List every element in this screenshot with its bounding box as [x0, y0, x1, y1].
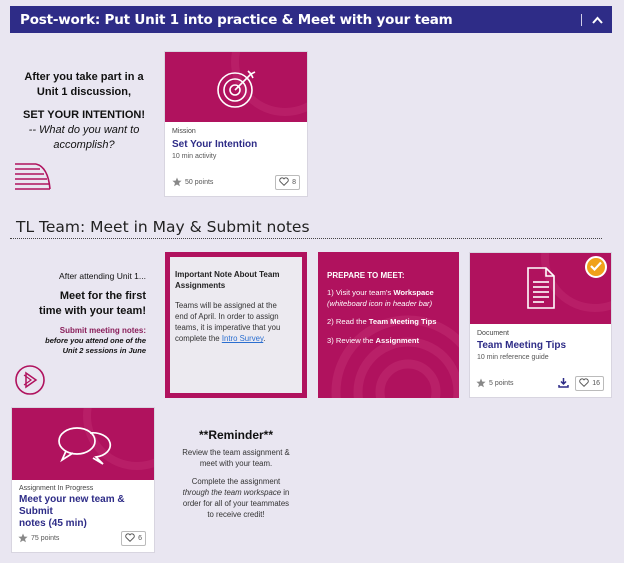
prepare-step1: 1) Visit your team's Workspace [327, 288, 457, 299]
step1-bold: Workspace [393, 288, 434, 298]
important-note-card: Important Note About Team Assignments Te… [165, 252, 307, 398]
reminder-p1a: Review the team assignment & [182, 448, 290, 457]
card-meta: 10 min reference guide [477, 354, 549, 361]
card-type: Document [477, 330, 509, 337]
step2-bold: Team Meeting Tips [368, 317, 437, 327]
prepare-card: PREPARE TO MEET: 1) Visit your team's Wo… [318, 252, 459, 398]
note-title-line2: Assignments [175, 280, 226, 290]
intro1-line3: SET YOUR INTENTION! [22, 109, 146, 121]
card-footer: 5 points 16 [476, 376, 604, 391]
note-body-4-end: . [263, 334, 266, 344]
prepare-heading: PREPARE TO MEET: [327, 271, 405, 280]
intro2-line5: before you attend one of the [45, 336, 146, 345]
like-button[interactable]: 6 [121, 531, 146, 546]
star-icon [476, 378, 486, 390]
intro1-line1: After you take part in a [24, 71, 144, 83]
intro1-line2: Unit 1 discussion, [36, 86, 132, 98]
star-icon [18, 533, 28, 545]
heart-icon [125, 533, 135, 544]
intro2-line4: Submit meeting notes: [59, 326, 146, 335]
reminder-p2e: to receive credit! [207, 510, 265, 519]
section-header-title: Post-work: Put Unit 1 into practice & Me… [20, 11, 453, 28]
header-controls [581, 13, 604, 27]
assignment-card[interactable]: Assignment In Progress Meet your new tea… [11, 407, 155, 553]
intro2-line2: Meet for the first [59, 290, 146, 302]
intro2-line1: After attending Unit 1... [59, 271, 146, 281]
card-footer: 50 points 8 [172, 175, 300, 190]
heart-icon [579, 378, 589, 389]
section-header[interactable]: Post-work: Put Unit 1 into practice & Me… [10, 6, 612, 33]
prepare-step2: 2) Read the Team Meeting Tips [327, 317, 457, 328]
completed-badge [585, 256, 607, 278]
reminder-p2b: through the team workspace [182, 488, 282, 497]
reminder-p2-line2: through the team workspace in [165, 487, 307, 498]
header-divider [581, 13, 582, 26]
prepare-step1-sub: (whiteboard icon in header bar) [327, 298, 433, 308]
card-banner [12, 408, 154, 480]
card-banner [165, 52, 307, 122]
reminder-p1b: meet with your team. [199, 459, 273, 468]
card-footer: 75 points 6 [18, 531, 146, 546]
likes-count: 6 [138, 535, 142, 542]
note-body-2: end of April. In order to assign [175, 311, 279, 321]
reminder-block: **Reminder** Review the team assignment … [165, 428, 307, 520]
intro-text-1: After you take part in a Unit 1 discussi… [16, 70, 152, 153]
checkmark-icon [590, 258, 602, 276]
points-text: 75 points [31, 535, 60, 542]
reminder-p2a: Complete the assignment [191, 477, 281, 486]
card-title[interactable]: Team Meeting Tips [477, 340, 604, 351]
like-button[interactable]: 16 [575, 376, 604, 391]
document-card[interactable]: Document Team Meeting Tips 10 min refere… [469, 252, 612, 398]
prepare-content: PREPARE TO MEET: 1) Visit your team's Wo… [327, 270, 457, 347]
points-text: 5 points [489, 380, 514, 387]
note-body-3: teams, it is imperative that you [175, 323, 281, 333]
step3-bold: Assignment [375, 336, 420, 346]
card-type: Assignment In Progress [19, 485, 94, 492]
likes-count: 8 [292, 179, 296, 186]
step1-text: 1) Visit your team's [327, 288, 394, 298]
intro1-line5: accomplish? [53, 139, 115, 151]
chevron-up-icon[interactable] [590, 13, 604, 27]
intro2-line3: time with your team! [39, 305, 146, 317]
dotted-divider [10, 238, 602, 239]
card-title-line2[interactable]: notes (45 min) [19, 518, 147, 530]
step2-text: 2) Read the [327, 317, 369, 327]
stack-lines-icon [14, 161, 52, 196]
points: 50 points [172, 177, 213, 189]
document-icon [526, 266, 556, 315]
note-body-4-text: complete the [175, 334, 222, 344]
step3-text: 3) Review the [327, 336, 376, 346]
points-text: 50 points [185, 179, 214, 186]
intro1-line4: -- What do you want to [28, 124, 140, 136]
play-circle-icon[interactable] [14, 364, 46, 401]
points: 75 points [18, 533, 59, 545]
footer-actions: 16 [558, 376, 604, 391]
reminder-title: **Reminder** [198, 428, 274, 442]
download-icon[interactable] [558, 377, 569, 390]
card-banner [470, 253, 611, 324]
chat-bubbles-icon [56, 424, 112, 471]
card-type: Mission [172, 128, 196, 135]
card-title[interactable]: Set Your Intention [172, 139, 300, 150]
reminder-p2d: order for all of your teammates [182, 499, 290, 508]
intro2-line6: Unit 2 sessions in June [62, 346, 146, 355]
note-body-4: complete the Intro Survey. [175, 333, 297, 344]
points: 5 points [476, 378, 514, 390]
note-inner: Important Note About Team Assignments Te… [170, 257, 302, 393]
card-title-line1[interactable]: Meet your new team & Submit [19, 494, 147, 518]
card-meta: 10 min activity [172, 153, 217, 160]
section-title: TL Team: Meet in May & Submit notes [16, 218, 310, 236]
prepare-step3: 3) Review the Assignment [327, 336, 457, 347]
intro-survey-link[interactable]: Intro Survey [222, 334, 263, 343]
heart-icon [279, 177, 289, 188]
target-icon [215, 66, 259, 115]
like-button[interactable]: 8 [275, 175, 300, 190]
mission-card[interactable]: Mission Set Your Intention 10 min activi… [164, 51, 308, 197]
intro-text-2: After attending Unit 1... Meet for the f… [22, 270, 146, 356]
note-body-1: Teams will be assigned at the [175, 300, 277, 310]
reminder-p2c: in [281, 488, 290, 497]
note-title-line1: Important Note About Team [175, 270, 280, 279]
star-icon [172, 177, 182, 189]
likes-count: 16 [592, 380, 600, 387]
